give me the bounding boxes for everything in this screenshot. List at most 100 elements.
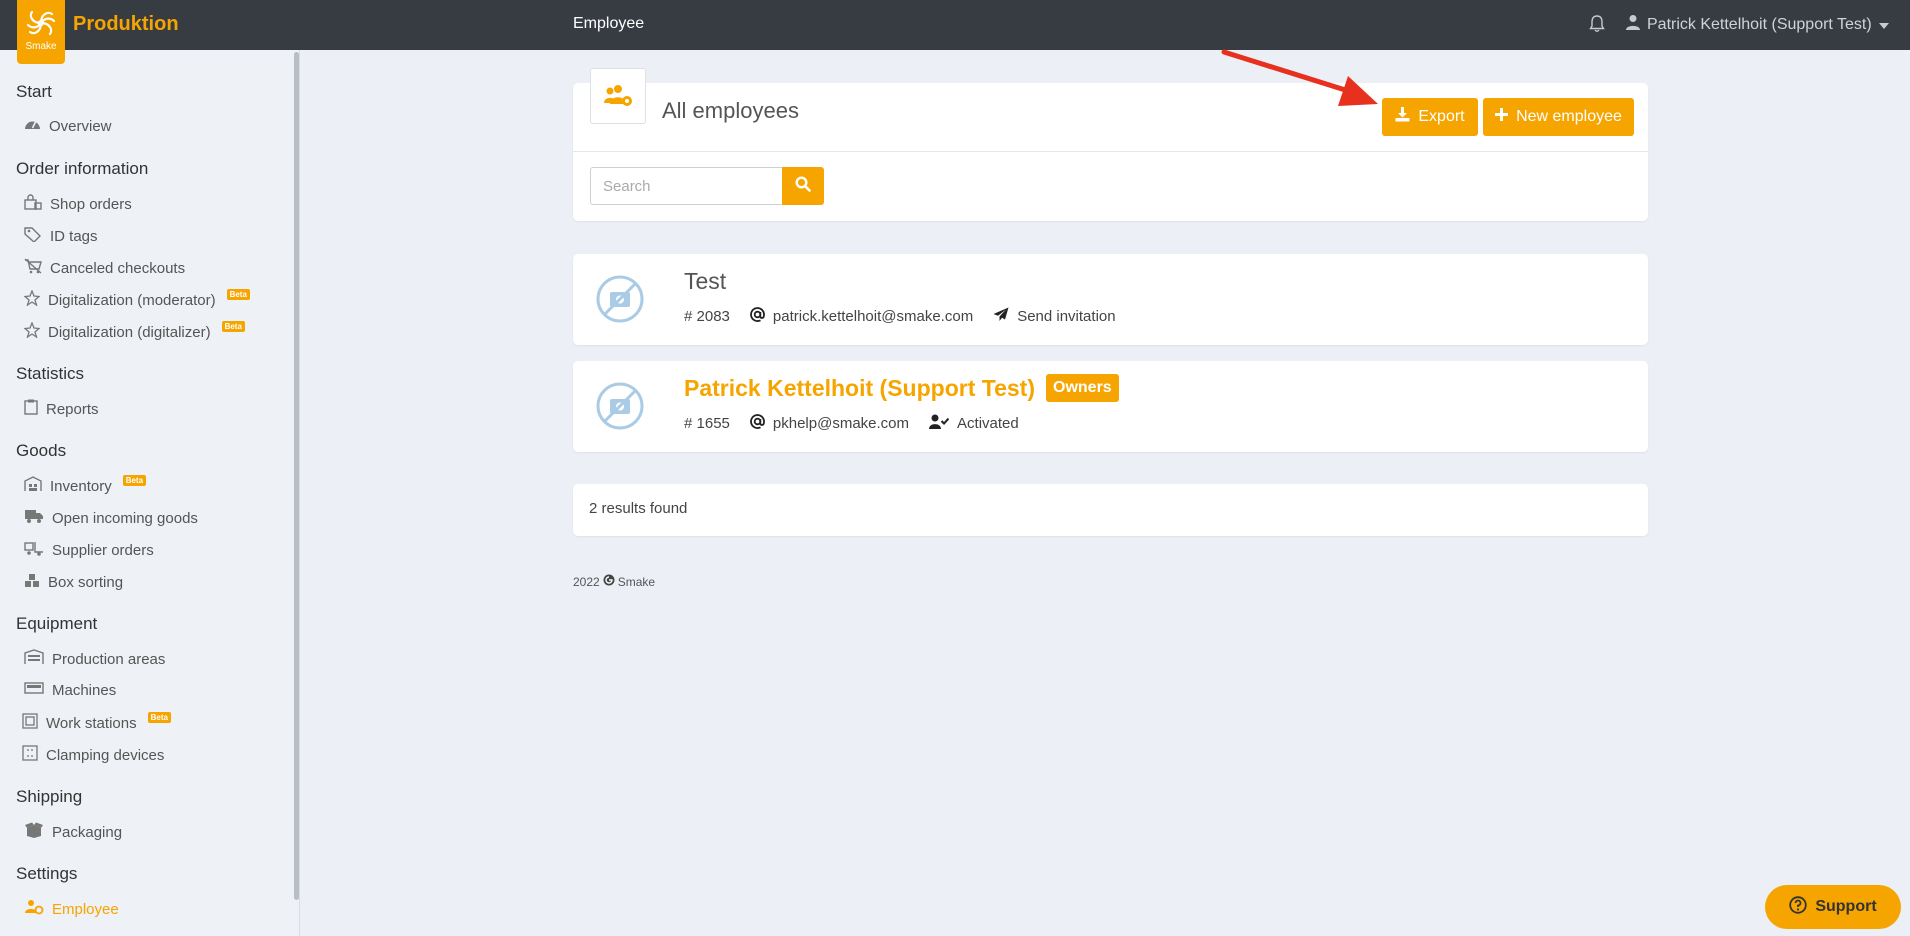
dashboard-icon — [24, 117, 41, 135]
sidebar-item-label: Digitalization (digitalizer) — [48, 323, 211, 341]
sidebar-item-label: Packaging — [52, 823, 123, 841]
employee-meta: # 1655 pkhelp@smake.com Activated — [684, 414, 1039, 433]
footer: 2022 Smake — [573, 574, 655, 589]
paper-plane-icon — [993, 307, 1009, 326]
export-label: Export — [1418, 108, 1465, 125]
sidebar-item-digitalization-digitalizer[interactable]: Digitalization (digitalizer) Beta — [23, 320, 245, 342]
sidebar-item-packaging[interactable]: Packaging — [24, 822, 122, 842]
employee-card[interactable]: Test # 2083 patrick.kettelhoit@smake.com… — [573, 254, 1648, 345]
sidebar-item-employee[interactable]: Employee — [24, 899, 119, 919]
sidebar-item-id-tags[interactable]: ID tags — [24, 226, 98, 246]
sidebar-item-production-areas[interactable]: Production areas — [24, 649, 165, 669]
employee-email-group: patrick.kettelhoit@smake.com — [750, 307, 973, 326]
sidebar-item-label: Box sorting — [48, 573, 124, 591]
employee-id: # 2083 — [684, 308, 730, 325]
user-check-icon — [929, 414, 950, 433]
sidebar-item-label: Shop orders — [50, 195, 132, 213]
search-input[interactable] — [590, 167, 783, 205]
footer-brand[interactable]: Smake — [618, 575, 655, 589]
employee-name[interactable]: Patrick Kettelhoit (Support Test) — [684, 375, 1035, 402]
sidebar-item-label: Production areas — [52, 650, 166, 668]
owners-badge: Owners — [1046, 374, 1119, 402]
sidebar-item-overview[interactable]: Overview — [24, 117, 112, 135]
sidebar-item-clamping-devices[interactable]: Clamping devices — [22, 745, 164, 765]
annotation-arrow-icon — [1221, 49, 1378, 106]
at-icon — [750, 307, 765, 326]
sidebar-item-label: Clamping devices — [46, 746, 165, 764]
new-employee-label: New employee — [1516, 108, 1622, 125]
bell-icon[interactable] — [1589, 15, 1605, 38]
question-circle-icon — [1789, 895, 1808, 919]
user-name: Patrick Kettelhoit (Support Test) — [1647, 15, 1872, 33]
sidebar-item-label: Reports — [46, 400, 99, 418]
box-open-icon — [24, 822, 44, 842]
digitize-icon — [23, 289, 41, 310]
top-bar: Produktion Employee Patrick Kettelhoit (… — [0, 0, 1910, 50]
section-equipment: Equipment — [16, 614, 98, 633]
smake-mini-logo-icon — [603, 574, 615, 589]
sidebar-scrollbar[interactable] — [294, 52, 299, 900]
section-start: Start — [16, 82, 52, 101]
shopping-bag-icon — [24, 194, 42, 214]
digitize-icon — [23, 321, 41, 342]
sidebar-item-reports[interactable]: Reports — [24, 399, 99, 419]
beta-badge: Beta — [221, 320, 245, 332]
sidebar-item-canceled-checkouts[interactable]: Canceled checkouts — [24, 258, 185, 278]
search-button[interactable] — [782, 167, 824, 205]
app-name[interactable]: Produktion — [73, 13, 179, 36]
user-icon — [1626, 14, 1640, 35]
sidebar-item-label: Canceled checkouts — [50, 259, 186, 277]
download-icon — [1395, 107, 1410, 127]
sidebar-item-label: ID tags — [50, 227, 98, 245]
sidebar-item-label: Overview — [49, 117, 112, 135]
employee-email: pkhelp@smake.com — [772, 415, 910, 432]
footer-year: 2022 — [573, 574, 600, 589]
sidebar-item-supplier-orders[interactable]: Supplier orders — [24, 540, 154, 560]
sidebar-item-machines[interactable]: Machines — [24, 681, 116, 699]
sidebar-item-shop-orders[interactable]: Shop orders — [24, 194, 132, 214]
employee-name[interactable]: Test — [684, 268, 726, 295]
results-count: 2 results found — [589, 500, 688, 517]
employee-status: Activated — [957, 415, 1019, 432]
user-menu[interactable]: Patrick Kettelhoit (Support Test) — [1626, 14, 1889, 35]
no-avatar-icon — [595, 381, 645, 436]
page-title: Employee — [573, 15, 645, 32]
workstation-icon — [22, 713, 38, 733]
beta-badge: Beta — [147, 711, 171, 723]
send-invitation-link[interactable]: Send invitation — [993, 307, 1116, 326]
at-icon — [750, 414, 765, 433]
employee-card[interactable]: Patrick Kettelhoit (Support Test) Owners… — [573, 361, 1648, 452]
sidebar-item-inventory[interactable]: Inventory Beta — [24, 474, 147, 496]
clipboard-icon — [24, 399, 38, 419]
sidebar-item-work-stations[interactable]: Work stations Beta — [22, 711, 171, 733]
warehouse-icon — [24, 476, 42, 496]
activated-status: Activated — [929, 414, 1019, 433]
sidebar-item-label: Work stations — [46, 714, 137, 732]
employee-meta: # 2083 patrick.kettelhoit@smake.com Send… — [684, 307, 1136, 326]
employee-id: # 1655 — [684, 415, 730, 432]
sidebar-item-label: Machines — [52, 681, 117, 699]
boxes-icon — [24, 572, 40, 592]
clamp-icon — [22, 745, 38, 765]
sidebar-item-label: Open incoming goods — [52, 509, 198, 527]
new-employee-button[interactable]: New employee — [1483, 98, 1634, 136]
sidebar-item-label: Inventory — [50, 477, 112, 495]
export-button[interactable]: Export — [1382, 98, 1478, 136]
logo-text: Smake — [25, 41, 57, 52]
truck-icon — [24, 508, 44, 528]
support-button[interactable]: Support — [1765, 885, 1901, 929]
sidebar-item-box-sorting[interactable]: Box sorting — [24, 572, 123, 592]
sidebar-item-open-incoming-goods[interactable]: Open incoming goods — [24, 508, 198, 528]
sidebar-item-digitalization-moderator[interactable]: Digitalization (moderator) Beta — [23, 288, 250, 310]
section-statistics: Statistics — [16, 364, 85, 383]
plus-icon — [1495, 108, 1509, 126]
sidebar-item-label: Digitalization (moderator) — [48, 291, 216, 309]
no-avatar-icon — [595, 274, 645, 329]
smake-logo[interactable]: Smake — [17, 0, 65, 64]
page-heading: All employees — [662, 98, 799, 123]
section-settings: Settings — [16, 864, 78, 883]
employee-email-group: pkhelp@smake.com — [750, 414, 909, 433]
machine-icon — [24, 681, 44, 699]
truck-loading-icon — [24, 540, 44, 560]
employee-status: Send invitation — [1017, 308, 1116, 325]
